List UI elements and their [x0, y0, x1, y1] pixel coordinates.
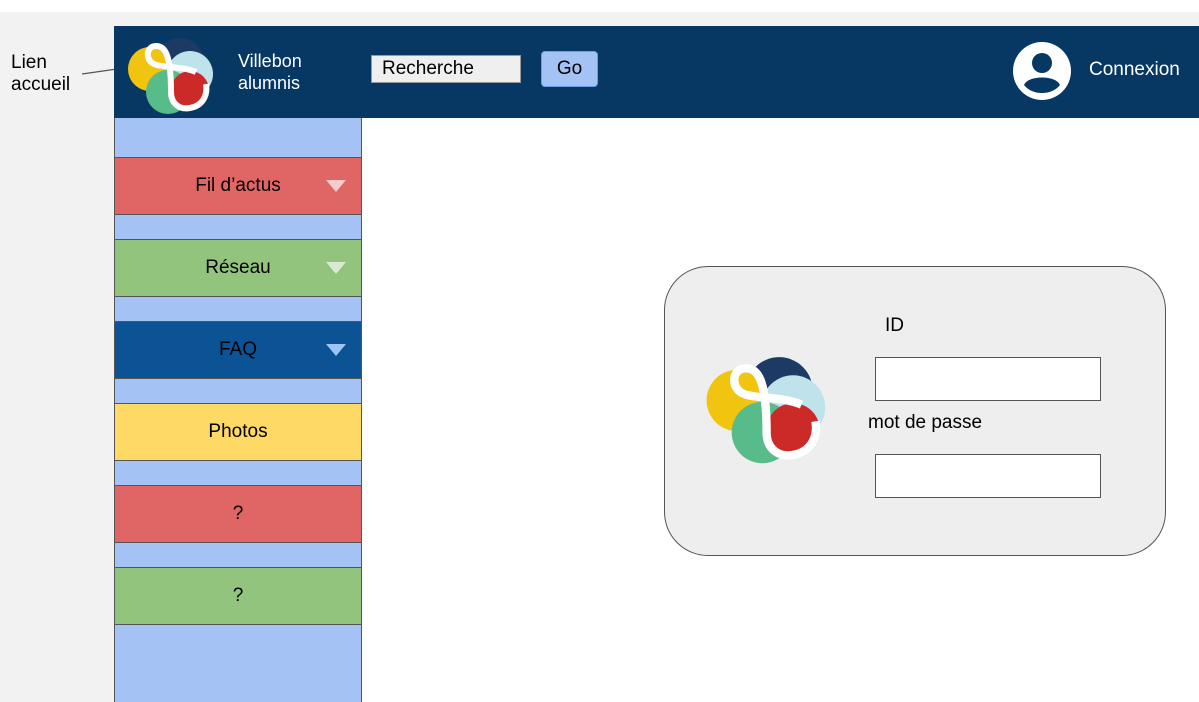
password-field[interactable] [875, 454, 1101, 498]
sidebar-item-label: FAQ [218, 339, 257, 360]
login-card: ID mot de passe [664, 266, 1166, 556]
clover-logo-icon [706, 357, 826, 464]
triangle-down-icon[interactable] [326, 180, 346, 192]
home-logo-icon[interactable] [124, 32, 220, 114]
id-label: ID [885, 315, 904, 336]
sidebar-item-photos[interactable]: Photos [115, 403, 361, 461]
sidebar-item-label: ? [232, 503, 244, 524]
sidebar-item-label: Photos [208, 421, 268, 442]
triangle-down-icon[interactable] [326, 262, 346, 274]
user-account-icon[interactable] [1012, 41, 1072, 101]
go-button[interactable]: Go [541, 51, 598, 87]
triangle-down-icon[interactable] [326, 344, 346, 356]
sidebar-item-label: Réseau [205, 257, 271, 278]
connexion-link[interactable]: Connexion [1089, 59, 1180, 81]
sidebar-item-fil-actus[interactable]: Fil d’actus [115, 157, 361, 215]
header-bar: Villebon alumnis Go Connexion [114, 26, 1199, 118]
sidebar-item-reseau[interactable]: Réseau [115, 239, 361, 297]
brand-name: Villebon alumnis [238, 51, 302, 93]
sidebar-item-unknown-1[interactable]: ? [115, 485, 361, 543]
id-field[interactable] [875, 357, 1101, 401]
sidebar-item-label: ? [232, 585, 244, 606]
search-input[interactable] [371, 55, 521, 83]
annotation-label: Lien accueil [11, 52, 71, 95]
sidebar-item-label: Fil d’actus [195, 175, 281, 196]
sidebar-item-faq[interactable]: FAQ [115, 321, 361, 379]
sidebar: Fil d’actus Réseau FAQ Photos ? ? [114, 118, 362, 702]
sidebar-item-unknown-2[interactable]: ? [115, 567, 361, 625]
password-label: mot de passe [868, 412, 983, 433]
